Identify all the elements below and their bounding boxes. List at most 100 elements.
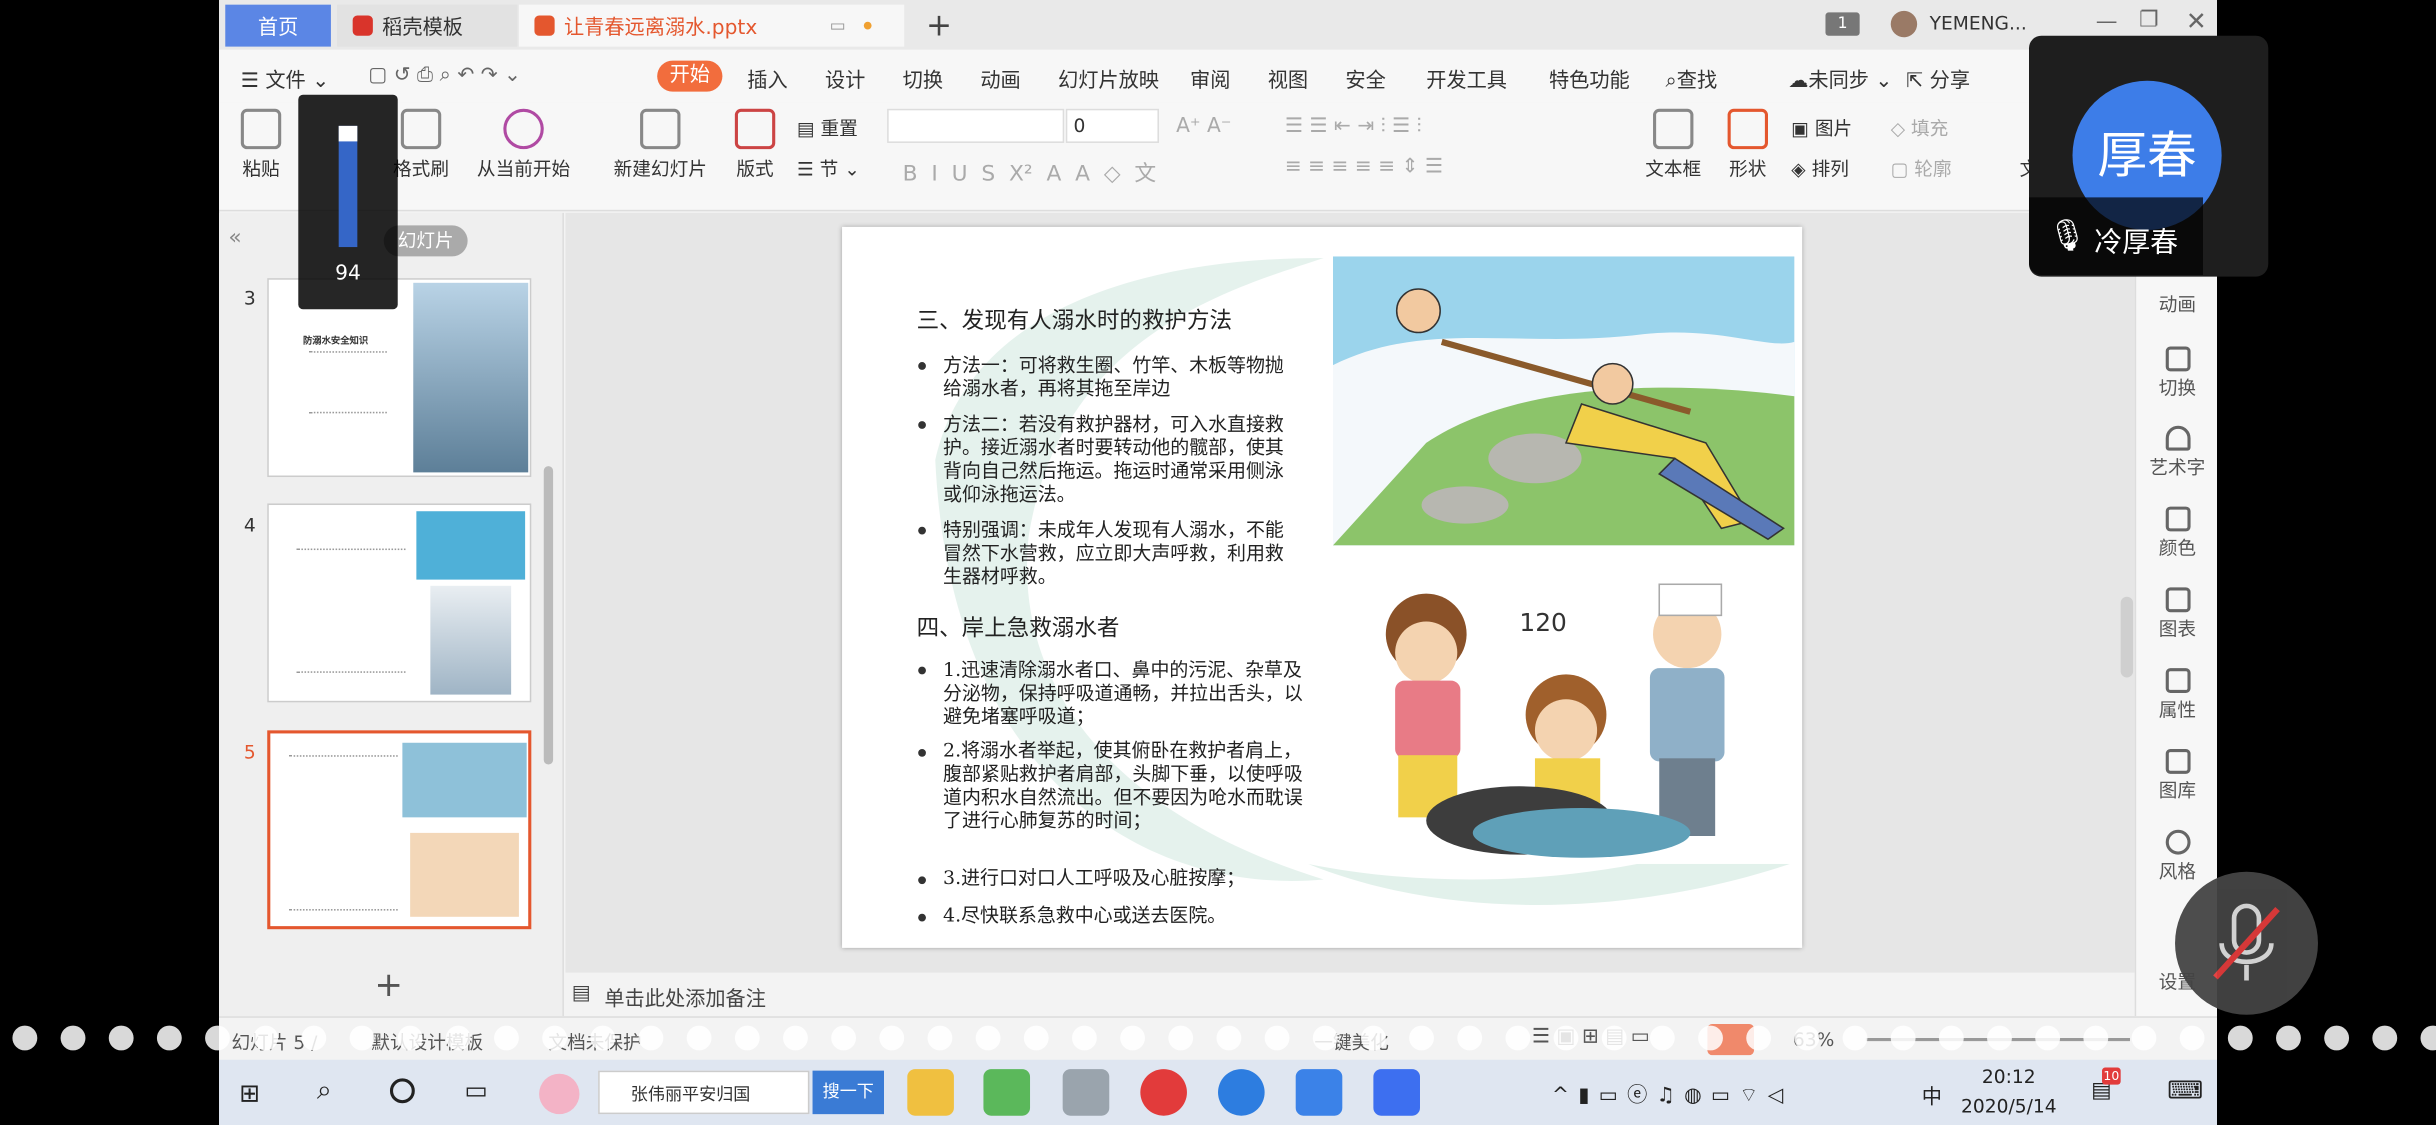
monitor-icon: ▭ [829,15,846,36]
overlay-dot [975,1025,1001,1051]
netease-music-icon[interactable] [1140,1069,1187,1116]
mute-mic-button[interactable] [2175,871,2318,1015]
thumb4-image-2 [430,585,512,695]
sidebar-chart[interactable]: 图表 [2136,587,2217,641]
volume-value: 94 [335,262,361,286]
tab-view[interactable]: 视图 [1268,64,1308,93]
sidebar-wordart[interactable]: 艺术字 [2136,425,2217,480]
reset-button[interactable]: ▤ 重置 [797,115,858,141]
tab-review[interactable]: 审阅 [1190,64,1230,93]
overlay-dot [1071,1025,1097,1051]
play-from-current-button[interactable]: 从当前开始 [465,108,583,182]
tab-features[interactable]: 特色功能 [1549,64,1630,93]
paste-button[interactable]: 粘贴 [233,108,289,182]
minimize-icon[interactable]: — [2096,9,2118,34]
fill-button[interactable]: ◇ 填充 [1891,115,1949,141]
clock-time[interactable]: 20:12 [1962,1066,2055,1088]
tab-start[interactable]: 开始 [657,60,723,92]
section-button[interactable]: ☰ 节 ⌄ [797,155,860,181]
slide-thumbnail-5-selected[interactable] [267,730,532,930]
tab-transition[interactable]: 切换 [903,64,943,93]
windows-start-icon[interactable]: ⊞ [239,1078,260,1108]
search-button[interactable]: ⌕查找 [1665,64,1717,93]
screen: 首页 稻壳模板 让青春远离溺水.pptx ▭ + 1 YEMENG... — ❐ … [0,0,2436,1125]
sidebar-transition[interactable]: 切换 [2136,346,2217,401]
tab-insert[interactable]: 插入 [747,64,787,93]
picture-button[interactable]: ▣ 图片 [1791,115,1852,141]
font-name-select[interactable] [887,108,1065,143]
thumb-number-3: 3 [243,287,256,310]
volume-knob[interactable] [338,125,358,142]
overlay-dot [1168,1025,1194,1051]
notes-bar[interactable]: ▤ 单击此处添加备注 [565,972,2135,1017]
shape-button[interactable]: 形状 [1717,108,1779,182]
volume-bar[interactable] [338,125,358,248]
sidebar-color[interactable]: 颜色 [2136,506,2217,561]
tab-daoke[interactable]: 稻壳模板 [337,4,518,47]
textbox-button[interactable]: 文本框 [1636,108,1711,182]
overlay-dot [253,1025,279,1051]
thumb-scrollbar[interactable] [543,466,554,765]
overlay-dot [2131,1025,2157,1051]
tab-security[interactable]: 安全 [1345,64,1385,93]
section-label: 节 [819,158,839,181]
outline-button[interactable]: ▢ 轮廓 [1891,155,1952,181]
ie-browser-icon[interactable] [1218,1069,1265,1116]
app-flower-icon[interactable] [539,1073,580,1115]
sidebar-animation[interactable]: 动画 [2136,291,2217,317]
tab-slideshow[interactable]: 幻灯片放映 [1058,64,1159,93]
wps-icon[interactable] [1373,1069,1420,1116]
sync-button[interactable]: ☁未同步 ⌄ [1788,64,1892,93]
thumb4-image-1 [416,511,526,580]
collapse-panel-icon[interactable]: « [228,225,241,250]
slide-thumbnail-4[interactable] [267,503,532,703]
app-icon[interactable] [1062,1069,1110,1116]
font-style-buttons[interactable]: B I U S X² A A ◇ 文 [903,157,1157,188]
new-tab-button[interactable]: + [926,6,952,43]
list-buttons[interactable]: ☰ ☰ ⇤ ⇥ ⫶ ☰ ⫶ [1285,115,1422,138]
file-menu[interactable]: ☰ 文件 ⌄ [241,64,329,93]
sidebar-properties[interactable]: 属性 [2136,668,2217,722]
tab-animation[interactable]: 动画 [980,64,1020,93]
sidebar-gallery[interactable]: 图库 [2136,748,2217,803]
search-icon[interactable]: ⌕ [317,1075,332,1106]
tab-home[interactable]: 首页 [225,4,331,47]
tab-developer[interactable]: 开发工具 [1426,64,1507,93]
wechat-icon[interactable] [983,1069,1031,1116]
notes-placeholder: 单击此处添加备注 [604,988,766,1012]
quick-access-icons[interactable]: ▢ ↺ ⎙ ⌕ ↶ ↷ ⌄ [368,64,521,87]
overlay-dot [60,1025,86,1051]
clock-date[interactable]: 2020/5/14 [1956,1095,2062,1117]
meeting-app-icon[interactable] [1295,1069,1343,1116]
fill-label: 填充 [1911,118,1949,140]
close-icon[interactable]: ✕ [2186,6,2207,36]
textbox-icon [1653,108,1694,150]
new-slide-button[interactable]: 新建幻灯片 [601,108,719,182]
overlay-dot [445,1025,471,1051]
keyboard-icon[interactable]: ⌨ [2167,1075,2203,1105]
cortana-icon[interactable] [389,1078,415,1104]
slide-5[interactable]: 三、发现有人溺水时的救护方法 方法一：可将救生圈、竹竿、木板等物抛给溺水者，再将… [842,226,1803,948]
file-explorer-icon[interactable] [907,1069,954,1116]
user-name[interactable]: YEMENG... [1930,12,2027,34]
font-grow-shrink[interactable]: A⁺ A⁻ [1176,115,1231,138]
share-button[interactable]: ⇱ 分享 [1906,64,1970,93]
align-buttons[interactable]: ≡ ≡ ≡ ≡ ≡ ⇕ ☰ [1285,155,1443,178]
taskbar-search-button[interactable]: 搜一下 [812,1070,884,1115]
user-avatar[interactable] [1890,10,1918,38]
overlay-dot [1649,1025,1675,1051]
overlay-dot [1987,1025,2012,1051]
ime-indicator[interactable]: 中 [1922,1080,1942,1109]
add-slide-button[interactable]: + [374,967,403,1006]
task-view-icon[interactable]: ▭ [465,1075,488,1105]
canvas-scrollbar[interactable] [2120,596,2134,678]
arrange-button[interactable]: ◈ 排列 [1791,155,1849,181]
system-tray-icons[interactable]: ^▮▭ⓔ♫◍▭⌔◁ [1552,1078,1793,1108]
taskbar-search-input[interactable]: 张伟丽平安归国 [598,1070,810,1115]
font-size-select[interactable]: 0 [1065,108,1159,143]
format-painter-button[interactable]: 格式刷 [390,108,452,182]
layout-button[interactable]: 版式 [727,108,783,182]
tab-design[interactable]: 设计 [825,64,865,93]
maximize-icon[interactable]: ❐ [2139,8,2159,33]
tab-document[interactable]: 让青春远离溺水.pptx ▭ [518,4,905,47]
